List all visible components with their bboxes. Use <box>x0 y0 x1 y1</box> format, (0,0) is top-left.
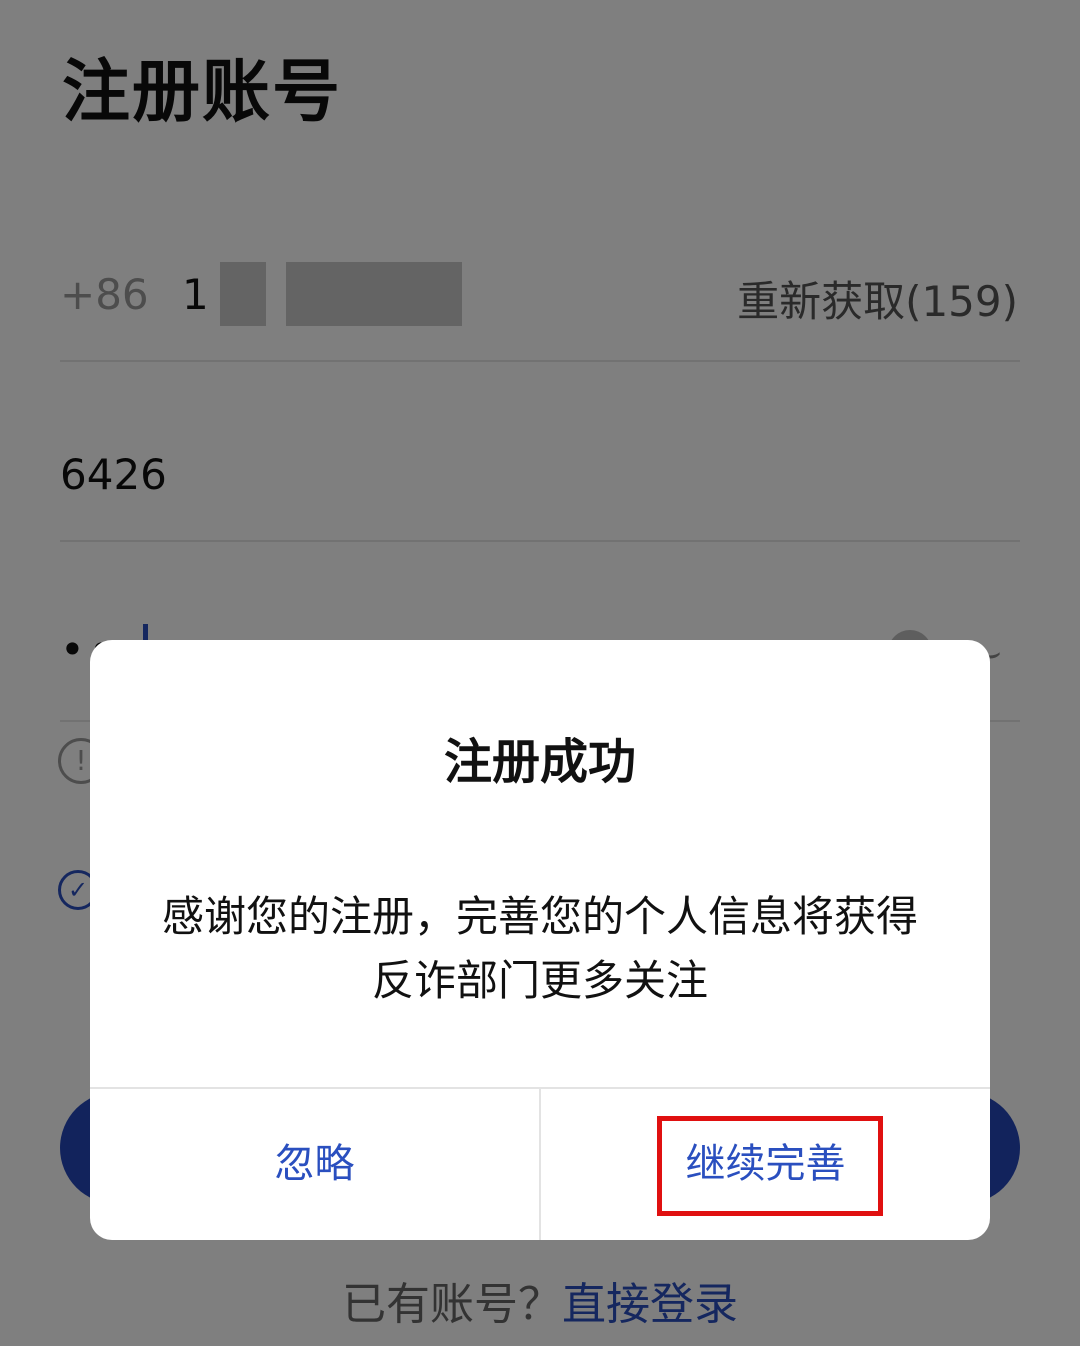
dialog-message: 感谢您的注册，完善您的个人信息将获得反诈部门更多关注 <box>161 892 918 1005</box>
highlight-box <box>657 1116 883 1216</box>
dialog-title: 注册成功 <box>443 734 636 790</box>
ignore-button[interactable]: 忽略 <box>90 1089 539 1240</box>
success-dialog: 注册成功 感谢您的注册，完善您的个人信息将获得反诈部门更多关注 忽略 继续完善 <box>90 640 990 1240</box>
